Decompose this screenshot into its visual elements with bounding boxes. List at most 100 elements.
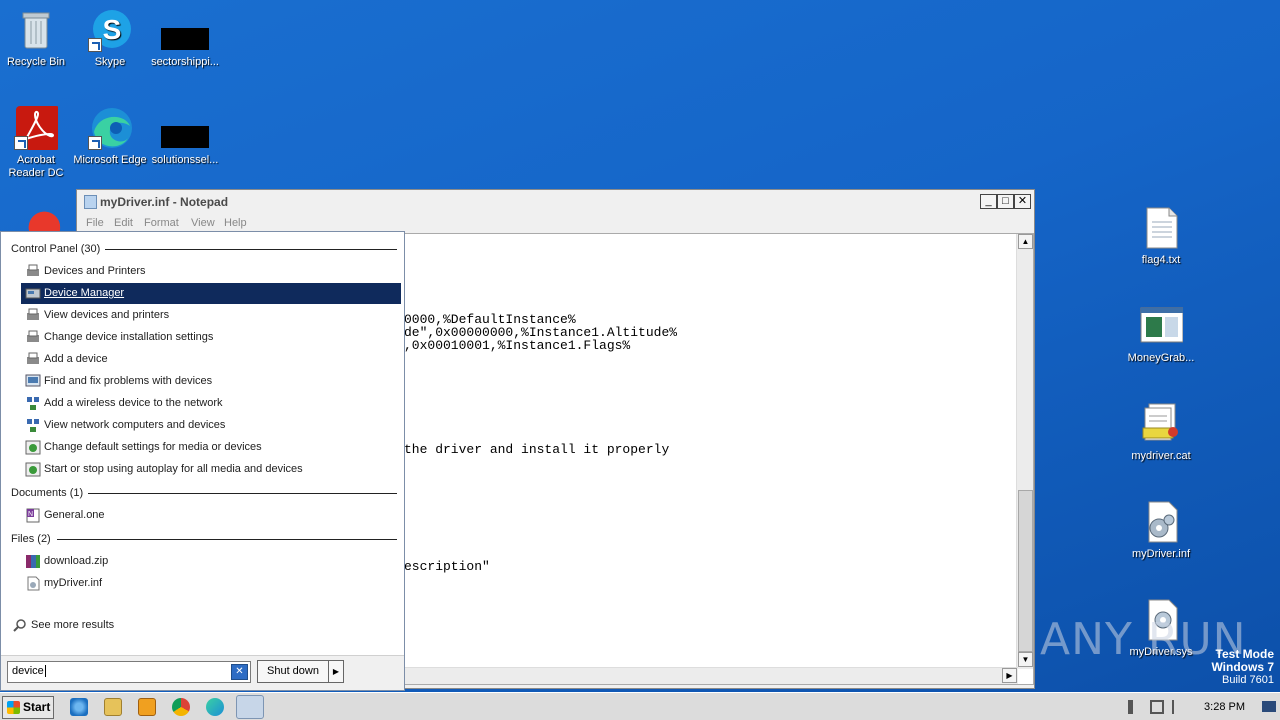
clock[interactable]: 3:28 PM [1204, 701, 1245, 713]
desktop-icon-label: Skype [94, 56, 126, 68]
result-mydriver-inf[interactable]: myDriver.inf [21, 573, 401, 594]
scroll-down-arrow-icon[interactable]: ▼ [1018, 652, 1033, 667]
result-add-wireless-device[interactable]: Add a wireless device to the network [21, 393, 401, 414]
scroll-up-arrow-icon[interactable]: ▲ [1018, 234, 1033, 249]
result-view-network-computers[interactable]: View network computers and devices [21, 415, 401, 436]
section-header-documents[interactable]: Documents (1) [11, 487, 83, 499]
acrobat-icon [14, 106, 60, 150]
menu-format[interactable]: Format [144, 217, 179, 229]
notepad-taskbar-icon[interactable] [236, 695, 264, 719]
desktop-icon-label: myDriver.inf [1131, 548, 1191, 560]
desktop-icon-mydriver-cat[interactable]: mydriver.cat [1123, 402, 1199, 463]
result-change-media-defaults[interactable]: Change default settings for media or dev… [21, 437, 401, 458]
autoplay-icon [25, 440, 41, 455]
desktop-icon-mydriver-inf[interactable]: myDriver.inf [1123, 500, 1199, 561]
skype-icon: S [88, 8, 132, 52]
printer-icon [25, 330, 41, 345]
result-change-device-installation[interactable]: Change device installation settings [21, 327, 401, 348]
svg-text:S: S [103, 14, 122, 45]
svg-text:N: N [28, 511, 33, 518]
result-label: View network computers and devices [44, 419, 226, 431]
close-button[interactable]: ✕ [1014, 194, 1031, 209]
watermark-line: Windows 7 [1211, 660, 1274, 674]
watermark-line: Build 7601 [1222, 674, 1274, 686]
desktop-icon-moneygrab[interactable]: MoneyGrab... [1123, 304, 1199, 365]
desktop-icon-acrobat[interactable]: Acrobat Reader DC [0, 106, 74, 180]
onenote-file-icon: N [25, 508, 41, 523]
result-device-manager[interactable]: Device Manager [21, 283, 401, 304]
internet-explorer-icon[interactable] [70, 698, 88, 716]
see-more-results-link[interactable]: See more results [8, 615, 388, 636]
autoplay-icon [25, 462, 41, 477]
network-tray-icon[interactable] [1150, 700, 1164, 714]
search-input[interactable]: device ✕ [7, 661, 251, 683]
taskbar: Start 3:28 PM [0, 692, 1280, 720]
section-divider [105, 249, 397, 250]
device-manager-icon [25, 286, 41, 301]
scroll-thumb[interactable] [1018, 490, 1033, 652]
window-title: myDriver.inf - Notepad [100, 195, 229, 209]
desktop-icon-label: Recycle Bin [6, 56, 66, 68]
maximize-button[interactable]: □ [997, 194, 1014, 209]
result-label: Devices and Printers [44, 265, 146, 277]
title-bar[interactable]: myDriver.inf - Notepad _ □ ✕ [77, 190, 1034, 214]
menu-help[interactable]: Help [224, 217, 247, 229]
certificate-catalog-icon [1139, 402, 1183, 446]
result-devices-and-printers[interactable]: Devices and Printers [21, 261, 401, 282]
desktop-icon-recycle-bin[interactable]: Recycle Bin [0, 8, 74, 69]
zip-archive-icon [25, 554, 41, 569]
network-icon [25, 418, 41, 433]
desktop-icon-label: flag4.txt [1141, 254, 1181, 266]
shutdown-button[interactable]: Shut down [257, 660, 329, 683]
add-device-icon [25, 352, 41, 367]
desktop-icon-edge[interactable]: Microsoft Edge [72, 106, 148, 167]
result-label: Add a device [44, 353, 108, 365]
result-find-fix-problems[interactable]: Find and fix problems with devices [21, 371, 401, 392]
result-label: myDriver.inf [44, 577, 103, 589]
desktop-icon-sectorshippi[interactable]: sectorshippi... [147, 8, 223, 69]
volume-icon[interactable] [1128, 700, 1142, 714]
start-button[interactable]: Start [2, 696, 54, 719]
section-header-control-panel[interactable]: Control Panel (30) [11, 243, 100, 255]
search-input-value: device [12, 665, 44, 677]
minimize-button[interactable]: _ [980, 194, 997, 209]
section-header-files[interactable]: Files (2) [11, 533, 51, 545]
desktop-icon-label: solutionssel... [151, 154, 219, 166]
desktop-icon-skype[interactable]: S Skype [72, 8, 148, 69]
troubleshoot-icon [25, 374, 41, 389]
result-download-zip[interactable]: download.zip [21, 551, 401, 572]
windows-logo-icon [7, 701, 20, 714]
result-autoplay[interactable]: Start or stop using autoplay for all med… [21, 459, 401, 480]
edge-icon[interactable] [206, 698, 224, 716]
desktop-icon-label: mydriver.cat [1131, 450, 1191, 462]
menu-file[interactable]: File [86, 217, 104, 229]
section-divider [88, 493, 397, 494]
desktop-icon-solutionssel[interactable]: solutionssel... [147, 106, 223, 167]
scroll-right-arrow-icon[interactable]: ▶ [1002, 668, 1017, 683]
desktop-icon-label: MoneyGrab... [1127, 352, 1195, 364]
system-tray: 3:28 PM [1120, 695, 1280, 719]
notepad-icon [84, 195, 97, 209]
menu-edit[interactable]: Edit [114, 217, 133, 229]
show-desktop-icon[interactable] [1262, 701, 1276, 712]
vertical-scrollbar[interactable]: ▲ ▼ [1016, 234, 1033, 669]
clear-search-icon[interactable]: ✕ [231, 664, 248, 680]
result-view-devices[interactable]: View devices and printers [21, 305, 401, 326]
menu-view[interactable]: View [191, 217, 215, 229]
network-icon [25, 396, 41, 411]
chrome-icon[interactable] [172, 698, 190, 716]
search-icon [12, 618, 28, 633]
recycle-bin-icon [14, 8, 58, 52]
action-center-flag-icon[interactable] [1172, 700, 1184, 714]
redacted-file-icon [161, 8, 209, 52]
result-label: General.one [44, 509, 105, 521]
file-explorer-icon[interactable] [104, 698, 122, 716]
partially-hidden-app-icon [18, 205, 62, 233]
desktop-icon-flag4[interactable]: flag4.txt [1123, 206, 1199, 267]
shutdown-options-arrow-icon[interactable]: ▶ [328, 660, 344, 683]
result-add-a-device[interactable]: Add a device [21, 349, 401, 370]
see-more-label: See more results [31, 619, 115, 631]
result-general-one[interactable]: N General.one [21, 505, 401, 526]
start-label: Start [23, 700, 51, 714]
media-player-icon[interactable] [138, 698, 156, 716]
